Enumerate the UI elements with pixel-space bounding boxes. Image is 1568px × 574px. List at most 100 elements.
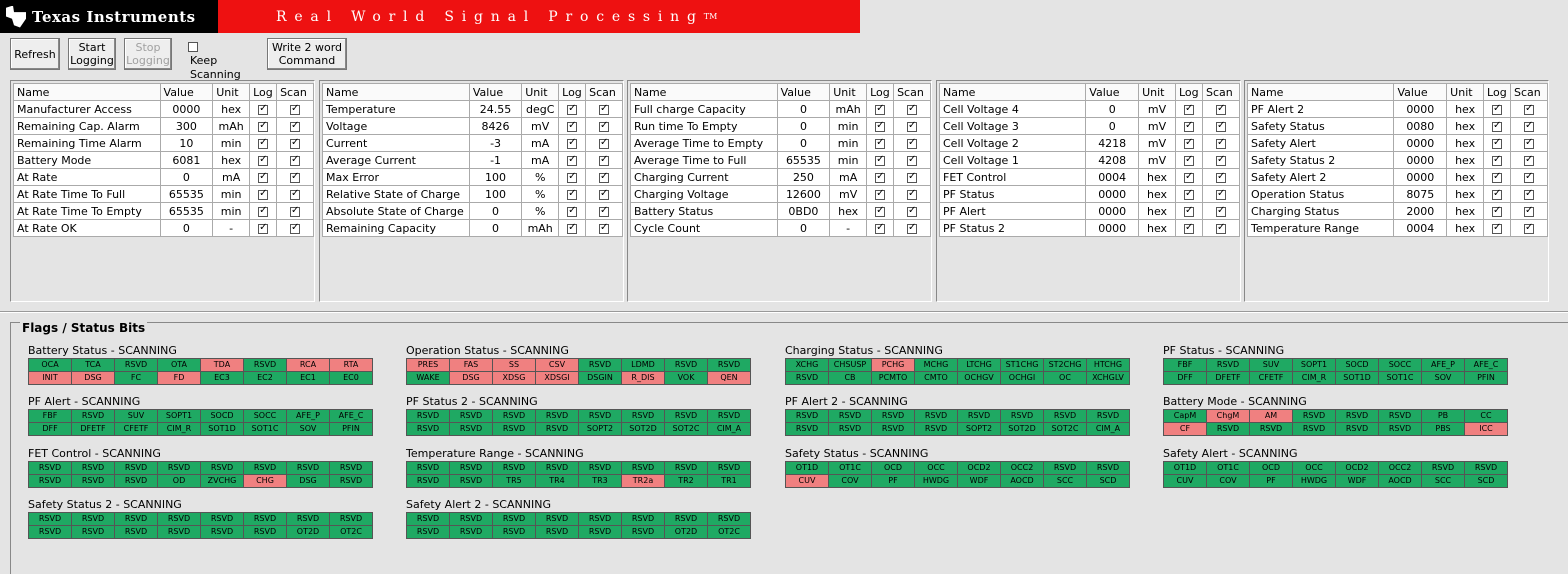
column-header-log[interactable]: Log bbox=[249, 83, 278, 101]
scan-checkbox[interactable] bbox=[290, 188, 301, 200]
log-checkbox[interactable] bbox=[1183, 120, 1194, 132]
log-checkbox[interactable] bbox=[258, 205, 269, 217]
log-checkbox[interactable] bbox=[258, 222, 269, 234]
column-header-value[interactable]: Value bbox=[468, 83, 523, 101]
log-checkbox[interactable] bbox=[1183, 222, 1194, 234]
table-row[interactable]: Cell Voltage 1 4208 mV bbox=[938, 151, 1241, 169]
log-checkbox[interactable] bbox=[1492, 120, 1503, 132]
scan-checkbox[interactable] bbox=[1524, 120, 1534, 132]
column-header-unit[interactable]: Unit bbox=[1138, 83, 1176, 101]
scan-checkbox[interactable] bbox=[290, 120, 301, 132]
column-header-log[interactable]: Log bbox=[1483, 83, 1512, 101]
table-row[interactable]: Voltage 8426 mV bbox=[322, 117, 623, 135]
log-checkbox[interactable] bbox=[875, 103, 886, 115]
table-row[interactable]: Remaining Capacity 0 mAh bbox=[322, 219, 623, 237]
column-header-value[interactable]: Value bbox=[776, 83, 831, 101]
log-checkbox[interactable] bbox=[567, 222, 578, 234]
column-header-scan[interactable]: Scan bbox=[1201, 83, 1241, 101]
table-row[interactable]: Temperature Range 0004 hex bbox=[1246, 219, 1548, 237]
column-header-unit[interactable]: Unit bbox=[521, 83, 560, 101]
log-checkbox[interactable] bbox=[567, 188, 578, 200]
scan-checkbox[interactable] bbox=[907, 103, 918, 115]
log-checkbox[interactable] bbox=[1183, 171, 1194, 183]
checkbox-icon[interactable] bbox=[188, 42, 198, 52]
scan-checkbox[interactable] bbox=[290, 103, 301, 115]
table-row[interactable]: Average Time to Full 65535 min bbox=[630, 151, 931, 169]
table-row[interactable]: Battery Mode 6081 hex bbox=[13, 151, 314, 169]
log-checkbox[interactable] bbox=[567, 154, 578, 166]
table-row[interactable]: At Rate OK 0- bbox=[13, 219, 314, 237]
column-header-unit[interactable]: Unit bbox=[829, 83, 868, 101]
log-checkbox[interactable] bbox=[567, 171, 578, 183]
log-checkbox[interactable] bbox=[567, 205, 578, 217]
table-row[interactable]: Cell Voltage 3 0 mV bbox=[938, 117, 1241, 135]
log-checkbox[interactable] bbox=[1492, 188, 1503, 200]
table-row[interactable]: PF Status 0000 hex bbox=[938, 185, 1241, 203]
log-checkbox[interactable] bbox=[1183, 205, 1194, 217]
column-header-scan[interactable]: Scan bbox=[893, 83, 931, 101]
table-row[interactable]: Safety Status 0080 hex bbox=[1246, 117, 1548, 135]
table-row[interactable]: Charging Voltage 12600 mV bbox=[630, 185, 931, 203]
log-checkbox[interactable] bbox=[875, 188, 886, 200]
scan-checkbox[interactable] bbox=[1524, 205, 1534, 217]
log-checkbox[interactable] bbox=[567, 103, 578, 115]
table-row[interactable]: Average Time to Empty 0 min bbox=[630, 134, 931, 152]
column-header-name[interactable]: Name bbox=[938, 83, 1087, 101]
scan-checkbox[interactable] bbox=[907, 120, 918, 132]
log-checkbox[interactable] bbox=[258, 188, 269, 200]
write-word-command-button[interactable]: Write 2 word Command bbox=[267, 38, 347, 70]
log-checkbox[interactable] bbox=[875, 171, 886, 183]
scan-checkbox[interactable] bbox=[907, 171, 918, 183]
table-row[interactable]: PF Status 2 0000 hex bbox=[938, 219, 1241, 237]
table-row[interactable]: Charging Current 250 mA bbox=[630, 168, 931, 186]
refresh-button[interactable]: Refresh bbox=[10, 38, 60, 70]
table-row[interactable]: Relative State of Charge 100% bbox=[322, 185, 623, 203]
log-checkbox[interactable] bbox=[258, 154, 269, 166]
scan-checkbox[interactable] bbox=[1524, 154, 1534, 166]
log-checkbox[interactable] bbox=[1183, 154, 1194, 166]
scan-checkbox[interactable] bbox=[599, 171, 610, 183]
log-checkbox[interactable] bbox=[1492, 171, 1503, 183]
column-header-name[interactable]: Name bbox=[13, 83, 161, 101]
scan-checkbox[interactable] bbox=[1524, 222, 1534, 234]
start-logging-button[interactable]: Start Logging bbox=[68, 38, 116, 70]
table-row[interactable]: Remaining Time Alarm 10 min bbox=[13, 134, 314, 152]
scan-checkbox[interactable] bbox=[599, 137, 610, 149]
table-row[interactable]: Safety Alert 0000 hex bbox=[1246, 134, 1548, 152]
table-row[interactable]: Absolute State of Charge 0% bbox=[322, 202, 623, 220]
scan-checkbox[interactable] bbox=[599, 103, 610, 115]
column-header-name[interactable]: Name bbox=[1246, 83, 1395, 101]
log-checkbox[interactable] bbox=[1183, 188, 1194, 200]
column-header-value[interactable]: Value bbox=[1085, 83, 1140, 101]
table-row[interactable]: Average Current -1 mA bbox=[322, 151, 623, 169]
scan-checkbox[interactable] bbox=[290, 205, 301, 217]
table-row[interactable]: Cell Voltage 4 0 mV bbox=[938, 100, 1241, 118]
table-row[interactable]: Current -3 mA bbox=[322, 134, 623, 152]
scan-checkbox[interactable] bbox=[290, 222, 301, 234]
keep-scanning-checkbox[interactable]: Keep Scanning bbox=[188, 40, 242, 82]
log-checkbox[interactable] bbox=[258, 137, 269, 149]
scan-checkbox[interactable] bbox=[599, 188, 610, 200]
column-header-name[interactable]: Name bbox=[630, 83, 778, 101]
scan-checkbox[interactable] bbox=[1215, 222, 1226, 234]
column-header-scan[interactable]: Scan bbox=[585, 83, 623, 101]
scan-checkbox[interactable] bbox=[290, 171, 301, 183]
column-header-log[interactable]: Log bbox=[866, 83, 895, 101]
table-row[interactable]: Full charge Capacity 0 mAh bbox=[630, 100, 931, 118]
log-checkbox[interactable] bbox=[1492, 154, 1503, 166]
column-header-scan[interactable]: Scan bbox=[1510, 83, 1548, 101]
log-checkbox[interactable] bbox=[1492, 205, 1503, 217]
log-checkbox[interactable] bbox=[567, 120, 578, 132]
table-row[interactable]: FET Control 0004 hex bbox=[938, 168, 1241, 186]
column-header-value[interactable]: Value bbox=[159, 83, 214, 101]
table-row[interactable]: At Rate Time To Full 65535 min bbox=[13, 185, 314, 203]
log-checkbox[interactable] bbox=[258, 171, 269, 183]
log-checkbox[interactable] bbox=[1183, 103, 1194, 115]
column-header-log[interactable]: Log bbox=[1175, 83, 1203, 101]
table-row[interactable]: At Rate Time To Empty 65535 min bbox=[13, 202, 314, 220]
table-row[interactable]: Cycle Count 0- bbox=[630, 219, 931, 237]
scan-checkbox[interactable] bbox=[599, 154, 610, 166]
scan-checkbox[interactable] bbox=[1524, 103, 1534, 115]
column-header-scan[interactable]: Scan bbox=[276, 83, 314, 101]
scan-checkbox[interactable] bbox=[907, 205, 918, 217]
